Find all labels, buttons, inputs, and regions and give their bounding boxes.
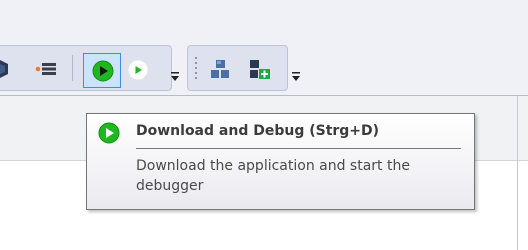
- download-debug-icon: [98, 122, 120, 144]
- tooltip-title: Download and Debug (Strg+D): [136, 123, 380, 139]
- breakpoint-list-icon[interactable]: [35, 62, 57, 76]
- panel-edge: [517, 96, 518, 250]
- download-debug-icon: [92, 60, 114, 82]
- tooltip-divider: [136, 148, 461, 149]
- module-view-icon[interactable]: [210, 58, 232, 80]
- toolbar-icon-partial[interactable]: [0, 60, 14, 78]
- toolbar-dropdown-icon[interactable]: [170, 54, 180, 84]
- module-add-icon[interactable]: [249, 58, 273, 80]
- tooltip-description: Download the application and start the d…: [136, 158, 410, 194]
- toolbar-gripper[interactable]: [194, 55, 198, 83]
- toolbar-dropdown-icon[interactable]: [291, 54, 301, 84]
- run-icon: [127, 59, 149, 81]
- run-button[interactable]: [125, 56, 155, 84]
- toolbar-separator: [72, 55, 73, 81]
- tooltip: Download and Debug (Strg+D) Download the…: [86, 113, 475, 210]
- download-debug-button[interactable]: [83, 53, 121, 88]
